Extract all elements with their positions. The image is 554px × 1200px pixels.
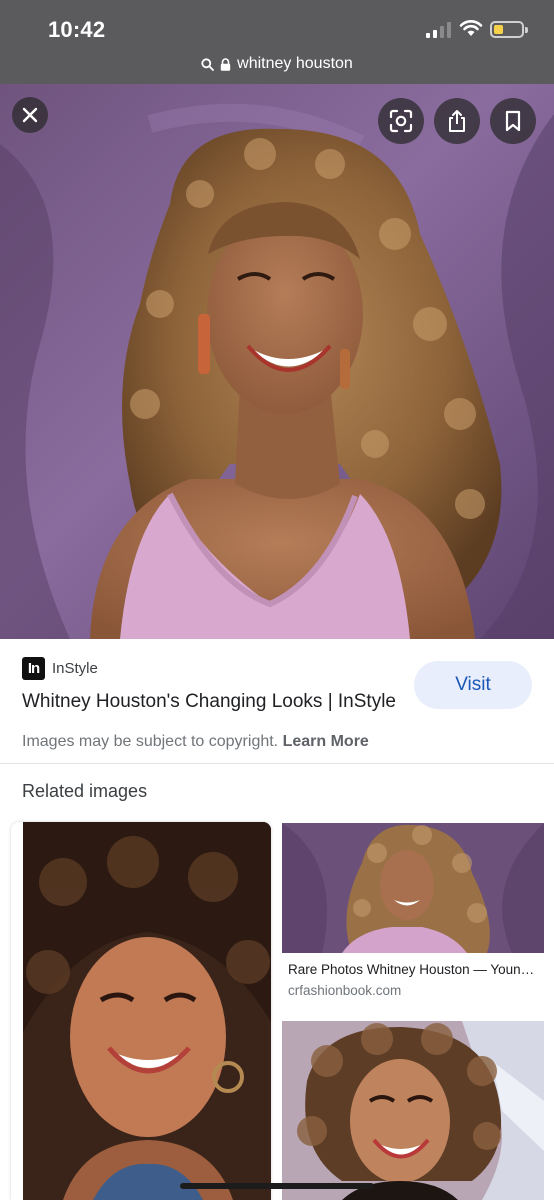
status-bar: 10:42 whitney houston — [0, 0, 554, 84]
related-image-3 — [282, 1021, 544, 1200]
source-panel: In InStyle Whitney Houston's Changing Lo… — [0, 639, 554, 763]
url-text: whitney houston — [237, 55, 353, 72]
lens-icon — [389, 109, 413, 133]
hero-image[interactable] — [0, 84, 554, 639]
related-caption: Rare Photos Whitney Houston — Young Holl… — [288, 962, 540, 977]
status-time: 10:42 — [48, 17, 106, 42]
source-name[interactable]: InStyle — [52, 660, 98, 677]
related-images-heading: Related images — [22, 781, 148, 801]
battery-icon — [490, 21, 528, 38]
battery-level — [494, 25, 504, 34]
instyle-logo-icon: In — [22, 657, 45, 680]
related-image-1 — [23, 822, 271, 1200]
related-image-card[interactable] — [282, 1021, 544, 1200]
share-icon — [449, 110, 465, 132]
visit-button[interactable]: Visit — [414, 661, 532, 709]
learn-more-link[interactable]: Learn More — [283, 733, 369, 750]
close-icon — [22, 107, 38, 123]
share-button[interactable] — [434, 98, 480, 144]
related-image-card[interactable]: Rare Photos Whitney Houston — Young Holl… — [282, 823, 544, 1009]
related-domain: crfashionbook.com — [288, 983, 402, 998]
related-image-2 — [282, 823, 544, 953]
signal-icon — [426, 22, 451, 38]
url-bar[interactable]: whitney houston — [0, 52, 554, 76]
search-icon — [201, 57, 215, 71]
related-image-card[interactable] — [11, 822, 271, 1200]
bookmark-button[interactable] — [490, 98, 536, 144]
lock-icon — [220, 57, 231, 71]
wifi-icon — [459, 20, 483, 36]
lens-button[interactable] — [378, 98, 424, 144]
bookmark-icon — [505, 110, 521, 132]
copyright-notice: Images may be subject to copyright. Lear… — [22, 733, 369, 751]
divider — [0, 763, 554, 764]
home-indicator[interactable] — [180, 1183, 374, 1189]
page-title[interactable]: Whitney Houston's Changing Looks | InSty… — [22, 691, 396, 713]
portrait-photo — [0, 84, 554, 639]
copyright-text: Images may be subject to copyright. — [22, 733, 279, 750]
close-button[interactable] — [12, 97, 48, 133]
